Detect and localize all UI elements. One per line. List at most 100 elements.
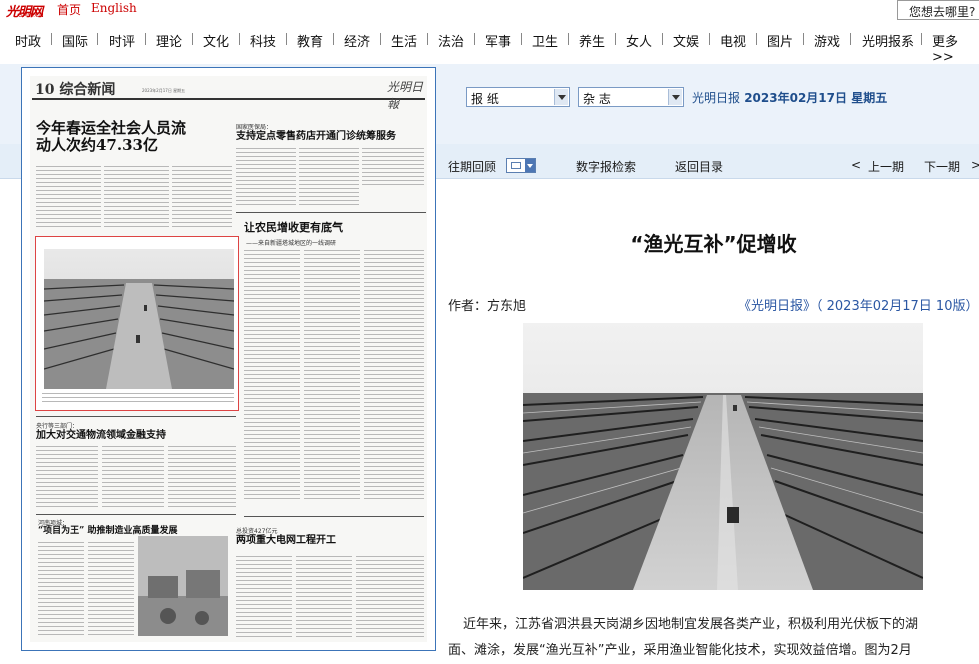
text-block [364, 250, 424, 500]
nav-item-entertainment[interactable]: 文娱 [673, 31, 699, 50]
factory-photo-thumb [138, 536, 228, 636]
nav-item-politics[interactable]: 时政 [15, 31, 41, 50]
nav-item-commentary[interactable]: 时评 [109, 31, 135, 50]
nav-item-life[interactable]: 生活 [391, 31, 417, 50]
nav-item-education[interactable]: 教育 [297, 31, 323, 50]
nav-separator [286, 33, 287, 45]
nav-separator [145, 33, 146, 45]
issue-date: 2023年02月17日 [744, 91, 848, 105]
headline-logistics-finance[interactable]: 加大对交通物流领域金融支持 [36, 430, 236, 441]
logo-sub: GMW.CN [18, 12, 44, 19]
page-header: 10 综合新闻 2023年2月17日 星期五 光明日報 [32, 76, 425, 111]
text-block [36, 446, 98, 510]
page-label: 10 综合新闻 [35, 82, 116, 98]
issue-date-line: 光明日报 2023年02月17日 星期五 [692, 89, 887, 106]
photo-highlight-box[interactable] [35, 236, 239, 411]
nav-item-culture[interactable]: 文化 [203, 31, 229, 50]
nav-item-games[interactable]: 游戏 [814, 31, 840, 50]
back-issues-link[interactable]: 往期回顾 [448, 158, 496, 175]
text-block [104, 166, 169, 230]
text-block [362, 148, 424, 188]
text-block [168, 446, 236, 510]
newspaper-select[interactable]: 报 纸 [466, 87, 570, 107]
author-label: 作者： [448, 299, 488, 314]
nav-item-military[interactable]: 军事 [485, 31, 511, 50]
section-rule [36, 416, 236, 417]
nav-separator [427, 33, 428, 45]
nav-item-law[interactable]: 法治 [438, 31, 464, 50]
article-body: 近年来，江苏省泗洪县天岗湖乡因地制宜发展各类产业，积极利用光伏板下的湖 面、滩涂… [448, 612, 979, 664]
paper-name: 光明日报 [692, 91, 741, 105]
nav-item-more[interactable]: 更多>> [932, 31, 979, 65]
english-link[interactable]: English [91, 1, 137, 15]
author-name: 方东旭 [487, 299, 527, 314]
nav-separator [380, 33, 381, 45]
nav-separator [568, 33, 569, 45]
text-block [296, 556, 352, 638]
text-block [38, 542, 84, 637]
newspaper-page-view[interactable]: 10 综合新闻 2023年2月17日 星期五 光明日報 今年春运全社会人员流动人… [21, 67, 436, 651]
section-rule [36, 514, 236, 515]
text-block [172, 166, 232, 230]
article-source[interactable]: 《光明日报》（ 2023年02月17日 10版） [738, 295, 978, 314]
nav-separator [709, 33, 710, 45]
nav-separator [97, 33, 98, 45]
nav-separator [521, 33, 522, 45]
article-body-line: 近年来，江苏省泗洪县天岗湖乡因地制宜发展各类产业，积极利用光伏板下的湖 [463, 617, 919, 632]
nav-item-tv[interactable]: 电视 [720, 31, 746, 50]
text-block [304, 250, 360, 500]
nav-separator [756, 33, 757, 45]
calendar-icon[interactable] [506, 158, 536, 173]
site-search-input[interactable]: 您想去哪里? [897, 0, 979, 20]
nav-separator [333, 33, 334, 45]
headline-power-grid[interactable]: 两项重大电网工程开工 [236, 535, 416, 546]
text-block [244, 250, 300, 500]
nav-separator [803, 33, 804, 45]
nav-item-pictures[interactable]: 图片 [767, 31, 793, 50]
text-block [236, 556, 292, 638]
article-author-line: 作者：方东旭 [448, 295, 526, 314]
headline-farmers-income[interactable]: 让农民增收更有底气 [244, 221, 424, 234]
magazine-select[interactable]: 杂 志 [578, 87, 684, 107]
nav-item-health[interactable]: 卫生 [532, 31, 558, 50]
newspaper-page-image: 10 综合新闻 2023年2月17日 星期五 光明日報 今年春运全社会人员流动人… [30, 76, 427, 642]
chevron-left-icon: < [851, 158, 862, 172]
next-issue-link[interactable]: 下一期 [924, 158, 960, 175]
chevron-right-icon: > [971, 158, 979, 172]
section-rule [236, 212, 426, 213]
nav-separator [662, 33, 663, 45]
prev-issue-link[interactable]: 上一期 [868, 158, 904, 175]
subheadline-xinjiang: ——来自新疆塔城地区的一线调研 [246, 240, 337, 247]
text-block [102, 446, 164, 510]
nav-item-world[interactable]: 国际 [62, 31, 88, 50]
nav-item-tech[interactable]: 科技 [250, 31, 276, 50]
headline-spring-travel[interactable]: 今年春运全社会人员流动人次约47.33亿 [36, 120, 196, 153]
digital-search-link[interactable]: 数字报检索 [576, 158, 636, 175]
text-block [356, 556, 424, 638]
magazine-select-value: 杂 志 [583, 92, 611, 106]
nav-item-economy[interactable]: 经济 [344, 31, 370, 50]
fishery-solar-photo [523, 323, 923, 590]
fishery-solar-photo-thumb [44, 249, 234, 389]
photo-caption-lines [42, 393, 234, 405]
issue-weekday: 星期五 [851, 91, 888, 105]
nav-item-theory[interactable]: 理论 [156, 31, 182, 50]
text-block [236, 148, 296, 208]
gmw-logo[interactable]: 光明网 GMW.CN [6, 1, 52, 20]
home-link[interactable]: 首页 [57, 1, 81, 18]
nav-separator [192, 33, 193, 45]
headline-pharmacy[interactable]: 支持定点零售药店开通门诊统筹服务 [236, 131, 426, 142]
chevron-down-icon [554, 89, 568, 105]
newspaper-select-value: 报 纸 [471, 92, 499, 106]
nav-item-women[interactable]: 女人 [626, 31, 652, 50]
back-to-index-link[interactable]: 返回目录 [675, 158, 723, 175]
nav-item-wellness[interactable]: 养生 [579, 31, 605, 50]
nav-separator [51, 33, 52, 45]
article-title: “渔光互补”促增收 [630, 232, 797, 256]
nav-separator [615, 33, 616, 45]
nav-separator [921, 33, 922, 45]
article-body-line: 面、滩涂，发展“渔光互补”产业，采用渔业智能化技术，实现效益倍增。图为2月 [448, 643, 912, 658]
text-block [36, 166, 101, 230]
nav-separator [850, 33, 851, 45]
nav-item-gmw-papers[interactable]: 光明报系 [862, 31, 914, 50]
